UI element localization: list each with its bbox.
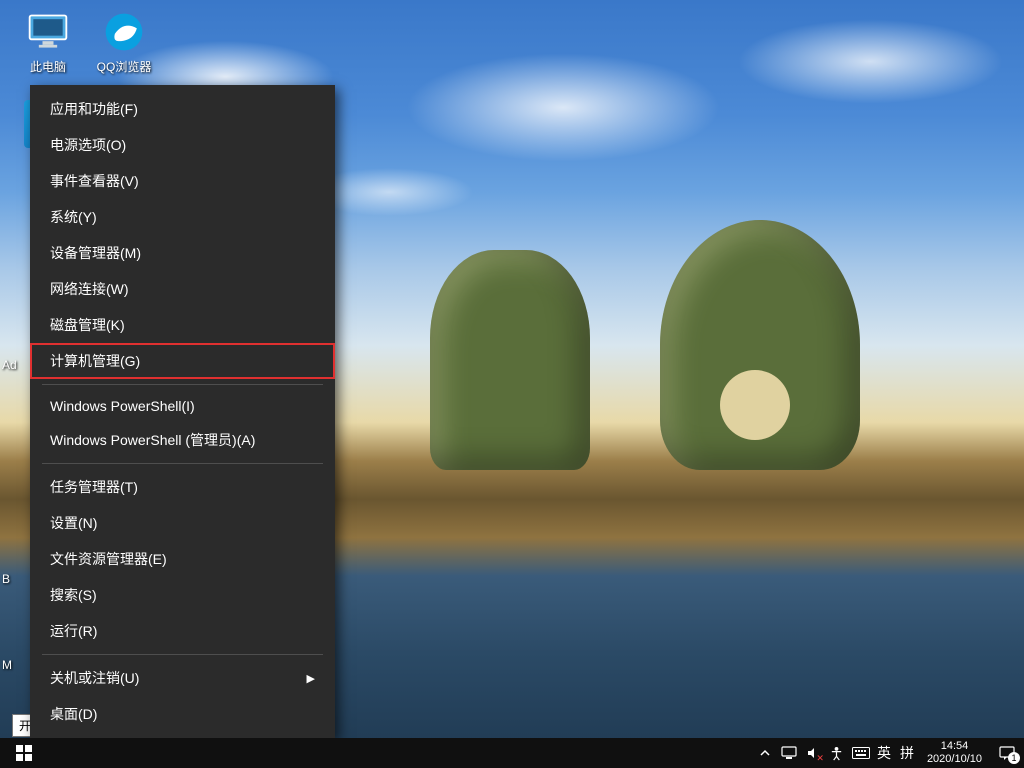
tray-ease-of-access-icon[interactable] (825, 738, 849, 768)
winx-menu-item[interactable]: 桌面(D) (30, 696, 335, 732)
monitor-icon (24, 8, 72, 56)
tray-display-icon[interactable] (777, 738, 801, 768)
menu-item-label: 应用和功能(F) (50, 99, 138, 119)
desktop-icon-partial-label: B (2, 572, 10, 586)
winx-menu-item[interactable]: 运行(R) (30, 613, 335, 649)
winx-menu-item[interactable]: Windows PowerShell(I) (30, 390, 335, 422)
desktop-icon-this-pc[interactable]: 此电脑 (10, 8, 86, 74)
winx-menu-item[interactable]: 系统(Y) (30, 199, 335, 235)
menu-item-label: 关机或注销(U) (50, 668, 139, 688)
tray-keyboard-icon[interactable] (849, 738, 873, 768)
menu-item-label: 网络连接(W) (50, 279, 129, 299)
ime-lang-label: 英 (877, 743, 892, 763)
menu-item-label: 系统(Y) (50, 207, 97, 227)
winx-menu-item[interactable]: Windows PowerShell (管理员)(A) (30, 422, 335, 458)
menu-separator (42, 463, 323, 464)
menu-item-label: Windows PowerShell(I) (50, 398, 195, 414)
winx-menu-item[interactable]: 计算机管理(G) (30, 343, 335, 379)
menu-item-label: 设置(N) (50, 513, 97, 533)
tray-action-center[interactable]: 1 (990, 738, 1024, 768)
tray-time: 14:54 (927, 740, 982, 753)
menu-item-label: 磁盘管理(K) (50, 315, 125, 335)
tray-ime-language[interactable]: 英 (873, 738, 896, 768)
taskbar: ✕ 英 拼 14:54 2020/10/10 1 (0, 738, 1024, 768)
notification-badge: 1 (1008, 752, 1020, 764)
menu-separator (42, 654, 323, 655)
desktop-icon-partial-label: Ad (2, 358, 17, 372)
tray-overflow-chevron-icon[interactable] (753, 738, 777, 768)
winx-context-menu: 应用和功能(F) 电源选项(O) 事件查看器(V) 系统(Y) 设备管理器(M) 网络连接… (30, 85, 335, 738)
desktop-icon-label: 此电脑 (10, 60, 86, 74)
winx-menu-item[interactable]: 文件资源管理器(E) (30, 541, 335, 577)
menu-item-label: 搜索(S) (50, 585, 97, 605)
winx-menu-item[interactable]: 任务管理器(T) (30, 469, 335, 505)
winx-menu-item[interactable]: 设置(N) (30, 505, 335, 541)
ime-mode-label: 拼 (900, 743, 915, 763)
winx-menu-item[interactable]: 设备管理器(M) (30, 235, 335, 271)
system-tray: ✕ 英 拼 14:54 2020/10/10 1 (753, 738, 1024, 768)
desktop-icon-partial-label: M (2, 658, 12, 672)
qq-browser-icon (100, 8, 148, 56)
winx-menu-item[interactable]: 关机或注销(U) ▶ (30, 660, 335, 696)
tray-date: 2020/10/10 (927, 753, 982, 766)
menu-item-label: 文件资源管理器(E) (50, 549, 167, 569)
menu-item-label: 运行(R) (50, 621, 97, 641)
winx-menu-item[interactable]: 搜索(S) (30, 577, 335, 613)
desktop[interactable]: 此电脑 QQ浏览器 Ad B M 开始 应用和功能(F)电源选项(O)事件查看器… (0, 0, 1024, 768)
menu-item-label: 电源选项(O) (50, 135, 126, 155)
wallpaper-rock-arch (660, 220, 860, 470)
winx-menu-item[interactable]: 磁盘管理(K) (30, 307, 335, 343)
menu-item-label: 设备管理器(M) (50, 243, 141, 263)
winx-menu-item[interactable]: 电源选项(O) (30, 127, 335, 163)
menu-separator (42, 384, 323, 385)
menu-item-label: 事件查看器(V) (50, 171, 139, 191)
menu-item-label: Windows PowerShell (管理员)(A) (50, 430, 255, 450)
mute-cross-icon: ✕ (816, 753, 824, 764)
menu-item-label: 计算机管理(G) (50, 351, 140, 371)
submenu-arrow-icon: ▶ (307, 672, 315, 685)
tray-clock[interactable]: 14:54 2020/10/10 (919, 740, 990, 766)
desktop-icon-qq-browser[interactable]: QQ浏览器 (86, 8, 162, 74)
menu-item-label: 桌面(D) (50, 704, 97, 724)
winx-menu-item[interactable]: 事件查看器(V) (30, 163, 335, 199)
windows-logo-icon (16, 745, 32, 761)
desktop-icon-label: QQ浏览器 (86, 60, 162, 74)
menu-item-label: 任务管理器(T) (50, 477, 138, 497)
winx-menu-item[interactable]: 网络连接(W) (30, 271, 335, 307)
winx-menu-item[interactable]: 应用和功能(F) (30, 91, 335, 127)
tray-ime-mode[interactable]: 拼 (896, 738, 919, 768)
wallpaper-rock (430, 250, 590, 470)
start-button[interactable] (0, 738, 48, 768)
tray-volume-muted-icon[interactable]: ✕ (801, 738, 825, 768)
